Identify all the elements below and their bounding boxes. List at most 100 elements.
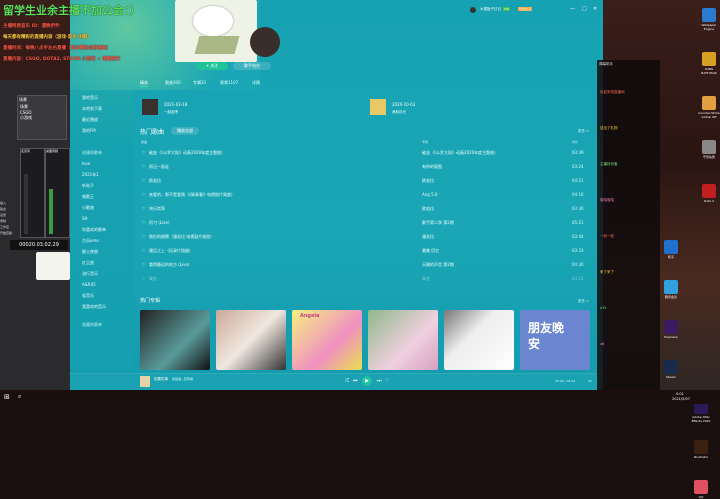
sidebar-playlist[interactable]: 你喜欢的歌单 (82, 227, 106, 233)
lyrics-icon[interactable]: ♡ (385, 378, 389, 384)
release-cover[interactable] (370, 99, 386, 115)
sidebar-playlist[interactable]: 爵士夜曲 (82, 249, 98, 255)
desktop-app-icon[interactable] (702, 96, 716, 110)
heart-icon[interactable]: ♡ (142, 234, 146, 239)
tab-albums[interactable]: 专辑33 (193, 80, 206, 86)
sidebar-playlist[interactable]: 古风emo (82, 238, 99, 244)
sidebar-playlist[interactable]: love (82, 161, 90, 166)
heart-icon[interactable]: ♡ (142, 220, 146, 225)
sidebar-playlist[interactable]: SH (82, 216, 88, 221)
sidebar-playlist[interactable]: 听电子 (82, 183, 94, 189)
artist-radio-button[interactable]: 歌手电台 (233, 62, 271, 70)
follow-button[interactable]: + 关注 (196, 62, 228, 70)
album-cover[interactable] (140, 310, 210, 370)
play-all-button[interactable]: 播放全部 (171, 127, 199, 135)
previous-icon[interactable]: ⏮ (353, 378, 358, 384)
song-album[interactable]: 寓言 (422, 276, 430, 282)
song-row[interactable]: ♡ 亲爱的，那不是爱情（《致青春》电视剧片尾曲） Ang 5.0 04:16 (140, 188, 590, 202)
scene-item[interactable]: 小游戏 (18, 115, 66, 121)
song-album[interactable]: 歌手第二季 第2期 (422, 220, 454, 226)
now-playing-cover[interactable] (140, 376, 150, 387)
start-icon[interactable]: ⊞ (4, 393, 10, 401)
heart-icon[interactable]: ♡ (142, 178, 146, 183)
desktop-app-icon[interactable] (702, 140, 716, 154)
song-album[interactable]: 破茧（《斗罗大陆》动画2020年度主题曲） (422, 150, 498, 156)
desktop-app-icon[interactable] (702, 184, 716, 198)
song-row[interactable]: ♡ 遇见之上（纪录片插曲） 最美 回忆 03:33 (140, 244, 590, 258)
tab-featured[interactable]: 精选 (140, 80, 148, 87)
tab-videos[interactable]: 视频1107 (220, 80, 238, 86)
release-title[interactable]: 我和月光 (392, 110, 406, 115)
play-button[interactable]: ▶ (362, 376, 372, 386)
song-row[interactable]: ♡ 看得最远的地方 (Live) 天赐的声音 第2期 04:30 (140, 258, 590, 272)
sidebar-item[interactable]: 我的音乐 (82, 95, 98, 101)
maximize-button[interactable]: □ (582, 6, 587, 12)
minimize-button[interactable]: — (570, 6, 575, 12)
sidebar-playlist[interactable]: 轻音乐 (82, 293, 94, 299)
heart-icon[interactable]: ♡ (142, 164, 146, 169)
overlay-title: 留学生业余主播不加公会：） (3, 4, 141, 17)
heart-icon[interactable]: ♡ (142, 192, 146, 197)
tab-songs[interactable]: 歌曲300 (165, 80, 181, 86)
sidebar-playlist[interactable]: A&R45 (82, 282, 96, 287)
song-album[interactable]: 欧若拉 (422, 178, 434, 184)
desktop-app-icon[interactable] (694, 480, 708, 494)
volume-level[interactable]: 22 (588, 379, 592, 383)
user-avatar[interactable] (470, 7, 476, 13)
desktop-app-icon[interactable] (702, 8, 716, 22)
mixer-channel[interactable]: 麦克风 (20, 148, 45, 238)
sidebar-playlist[interactable]: 红尘曲 (82, 260, 94, 266)
sidebar-item[interactable]: 本地和下载 (82, 106, 102, 112)
sidebar-playlist[interactable]: 2021年1 (82, 172, 99, 178)
song-album[interactable]: 欧若拉 (422, 206, 434, 212)
release-title[interactable]: 一起走吧 (164, 110, 178, 115)
song-row[interactable]: ♡ 阿刁 (Live) 歌手第二季 第2期 05:21 (140, 216, 590, 230)
album-cover[interactable] (216, 310, 286, 370)
desktop-app-icon[interactable] (664, 360, 678, 374)
sidebar-playlist[interactable]: 我喜欢的音乐 (82, 304, 106, 310)
tab-details[interactable]: 详情 (252, 80, 260, 86)
obs-control[interactable]: 开始直播 (0, 230, 18, 236)
song-album[interactable]: Ang 5.0 (422, 192, 437, 197)
song-album[interactable]: 天赐的声音 第2期 (422, 262, 454, 268)
song-row[interactable]: ♡ 再见一面走 有你的版图 03:24 (140, 160, 590, 174)
song-row[interactable]: ♡ 欧若拉 欧若拉 04:21 (140, 174, 590, 188)
song-album[interactable]: 有你的版图 (422, 164, 442, 170)
song-album[interactable]: 最美 回忆 (422, 248, 439, 254)
heart-icon[interactable]: ♡ (142, 276, 146, 281)
release-cover[interactable] (142, 99, 158, 115)
heart-icon[interactable]: ♡ (142, 262, 146, 267)
album-cover[interactable]: Angela (292, 310, 362, 370)
album-cover[interactable] (368, 310, 438, 370)
username[interactable]: 大锅饭子日日 (480, 7, 501, 12)
song-row[interactable]: ♡ 破茧（《斗罗大陆》动画2020年度主题曲） 破茧（《斗罗大陆》动画2020年度主… (140, 146, 590, 160)
desktop-app-icon[interactable] (702, 52, 716, 66)
more-albums-link[interactable]: 更多 > (578, 299, 589, 304)
song-album[interactable]: 潘朵拉 (422, 234, 434, 240)
search-icon[interactable]: ⌕ (18, 393, 21, 401)
shuffle-icon[interactable]: ⤮ (345, 378, 349, 384)
song-row[interactable]: ♡ 快乐崇拜 欧若拉 03:30 (140, 202, 590, 216)
heart-icon[interactable]: ♡ (142, 206, 146, 211)
song-row[interactable]: ♡ 隐形的翅膀（潘朵拉 电视剧片尾曲） 潘朵拉 03:44 (140, 230, 590, 244)
close-button[interactable]: ✕ (593, 6, 597, 12)
sidebar-playlist[interactable]: 小歌曲 (82, 205, 94, 211)
album-cover[interactable]: 朋友晚安 (520, 310, 590, 370)
more-songs-link[interactable]: 更多 > (578, 129, 589, 134)
sidebar-playlist[interactable]: 流行音乐 (82, 271, 98, 277)
sidebar-item[interactable]: 最近播放 (82, 117, 98, 123)
song-row[interactable]: ♡ 寓言 寓言 03:13 (140, 272, 590, 286)
sidebar-item[interactable]: 我的FM (82, 128, 96, 134)
mixer-channel[interactable]: 桌面音频 (45, 148, 70, 238)
album-cover[interactable] (444, 310, 514, 370)
heart-icon[interactable]: ♡ (142, 248, 146, 253)
desktop-app-icon[interactable] (664, 320, 678, 334)
now-playing-artist[interactable]: 张韶涵 / 范玮琪 (172, 377, 193, 381)
now-playing-title[interactable]: 如果的事 (154, 377, 168, 382)
heart-icon[interactable]: ♡ (142, 150, 146, 155)
desktop-app-icon[interactable] (694, 440, 708, 454)
next-icon[interactable]: ⏭ (377, 378, 382, 384)
desktop-app-icon[interactable] (664, 240, 678, 254)
sidebar-playlist[interactable]: 唱歌王 (82, 194, 94, 200)
desktop-app-icon[interactable] (664, 280, 678, 294)
